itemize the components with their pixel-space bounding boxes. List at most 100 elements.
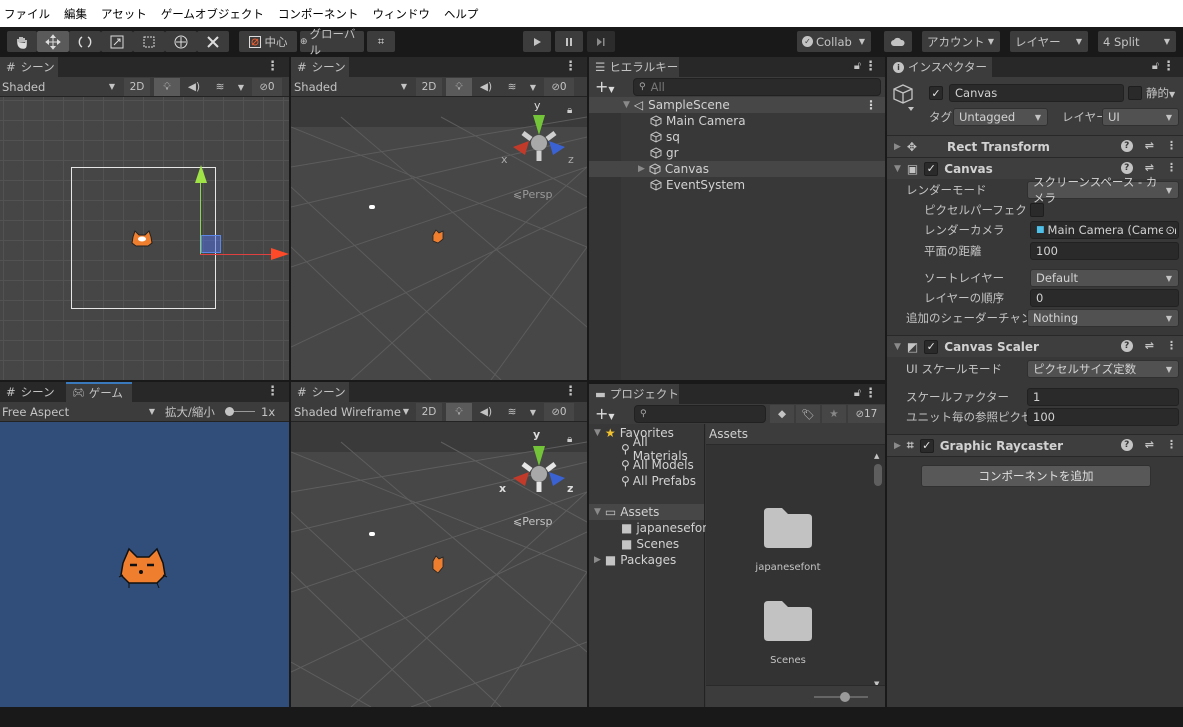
shading-mode-dropdown[interactable]: Shaded Wireframe ▼ <box>294 402 411 421</box>
collab-dropdown[interactable]: ✓ Collab ▼ <box>797 31 871 52</box>
help-icon[interactable]: ? <box>1120 339 1133 352</box>
packages-row[interactable]: ▶ ■ Packages <box>589 552 704 568</box>
render-camera-field[interactable]: ■ Main Camera (Camera) ⊙ <box>1030 221 1179 239</box>
kebab-menu-icon[interactable]: ⋮ <box>1166 438 1177 451</box>
hand-tool-button[interactable] <box>7 31 37 52</box>
sorting-layer-dropdown[interactable]: Default ▼ <box>1030 269 1179 287</box>
canvas-enabled-checkbox[interactable]: ✓ <box>924 161 939 176</box>
expand-arrow-icon[interactable]: ▼ <box>894 164 901 174</box>
pause-button[interactable] <box>555 31 583 52</box>
tag-dropdown[interactable]: Untagged ▼ <box>953 108 1048 126</box>
kebab-menu-icon[interactable]: ⋮ <box>1166 339 1177 352</box>
tab-scene[interactable]: # シーン <box>0 382 64 402</box>
order-in-layer-input[interactable]: 0 <box>1030 289 1179 307</box>
toggle-2d-button[interactable]: 2D <box>416 78 442 96</box>
object-picker-icon[interactable]: ⊙ <box>1163 223 1175 237</box>
expand-arrow-icon[interactable]: ▼ <box>594 428 601 438</box>
hidden-objects-toggle[interactable]: ⊘ 0 <box>544 78 574 96</box>
tab-inspector[interactable]: i インスペクター <box>887 57 992 77</box>
expand-arrow-icon[interactable]: ▶ <box>638 164 645 174</box>
lock-icon[interactable]: 🔓︎ <box>1152 59 1159 73</box>
static-dropdown[interactable]: 静的▼ <box>1146 85 1175 101</box>
add-component-button[interactable]: コンポーネントを追加 <box>921 465 1151 487</box>
menu-assets[interactable]: アセット <box>101 6 147 22</box>
lock-icon[interactable]: 🔒︎ <box>567 434 572 445</box>
rect-tool-button[interactable] <box>133 31 165 52</box>
tab-scene[interactable]: # シーン <box>291 57 349 77</box>
scroll-up-icon[interactable]: ▲ <box>874 452 879 460</box>
scene-viewport[interactable] <box>0 97 289 380</box>
vertical-scrollbar[interactable]: ▲ ▼ <box>873 452 883 690</box>
kebab-menu-icon[interactable]: ⋮ <box>266 384 279 399</box>
tab-hierarchy[interactable]: ☰ ヒエラルキー <box>589 57 679 77</box>
expand-arrow-icon[interactable]: ▶ <box>594 555 601 565</box>
expand-arrow-icon[interactable]: ▶ <box>894 441 901 451</box>
tab-game[interactable]: 🎮︎ ゲーム <box>66 382 132 402</box>
kebab-menu-icon[interactable]: ⋮ <box>1162 59 1175 74</box>
plane-distance-input[interactable]: 100 <box>1030 242 1179 260</box>
aspect-dropdown[interactable]: Free Aspect ▼ <box>2 402 157 421</box>
snap-toggle[interactable]: ⌗ <box>367 31 395 52</box>
effects-toggle[interactable]: ≋ <box>208 78 232 96</box>
scale-tool-button[interactable] <box>101 31 133 52</box>
component-rect-transform[interactable]: ▶ ✥ Rect Transform ? ⇌ ⋮ <box>887 135 1183 157</box>
folder-icon-large[interactable] <box>764 508 812 548</box>
expand-arrow-icon[interactable]: ▶ <box>894 142 901 152</box>
scene-viewport[interactable]: y x z 🔒︎ ⩽Persp <box>291 422 587 707</box>
plane-handle[interactable] <box>201 235 221 253</box>
menu-gameobject[interactable]: ゲームオブジェクト <box>161 6 264 22</box>
shader-channels-dropdown[interactable]: Nothing ▼ <box>1027 309 1179 327</box>
effects-dropdown[interactable]: ▼ <box>526 403 540 421</box>
pivot-toggle[interactable]: 中心 <box>239 31 297 52</box>
expand-arrow-icon[interactable]: ▼ <box>623 100 630 110</box>
rotate-tool-button[interactable] <box>69 31 101 52</box>
presets-icon[interactable]: ⇌ <box>1145 339 1154 352</box>
step-button[interactable] <box>587 31 615 52</box>
project-search-input[interactable]: ⚲ <box>634 405 766 423</box>
render-mode-dropdown[interactable]: スクリーンスペース - カメラ ▼ <box>1027 175 1179 205</box>
add-object-button[interactable]: +▼ <box>595 77 615 96</box>
favorites-button[interactable]: ★ <box>822 405 846 423</box>
menu-file[interactable]: ファイル <box>4 6 50 22</box>
kebab-menu-icon[interactable]: ⋮ <box>1166 139 1177 152</box>
hidden-packages-toggle[interactable]: ⊘ 17 <box>848 405 885 423</box>
space-toggle[interactable]: ⊕ グローバル <box>300 27 364 57</box>
audio-toggle[interactable]: ◀) <box>475 78 497 96</box>
lock-icon[interactable]: 🔓︎ <box>854 59 861 73</box>
help-icon[interactable]: ? <box>1120 438 1133 451</box>
hierarchy-item-selected[interactable]: ▶ Canvas <box>589 161 885 177</box>
layer-dropdown[interactable]: UI ▼ <box>1102 108 1179 126</box>
y-axis-arrow[interactable] <box>195 165 207 183</box>
pixel-perfect-checkbox[interactable] <box>1030 203 1044 217</box>
favorite-item[interactable]: ⚲ All Models <box>589 457 704 473</box>
expand-arrow-icon[interactable]: ▼ <box>894 342 901 352</box>
audio-toggle[interactable]: ◀) <box>183 78 205 96</box>
orientation-gizmo[interactable] <box>509 436 569 496</box>
audio-toggle[interactable]: ◀) <box>475 403 497 421</box>
kebab-menu-icon[interactable]: ⋮ <box>864 386 877 401</box>
presets-icon[interactable]: ⇌ <box>1145 438 1154 451</box>
folder-item[interactable]: ■ Scenes <box>589 536 704 552</box>
hierarchy-search-input[interactable]: ⚲ All <box>633 78 881 96</box>
x-axis-arrow[interactable] <box>271 248 289 260</box>
account-dropdown[interactable]: アカウント ▼ <box>922 31 1000 52</box>
effects-dropdown[interactable]: ▼ <box>526 78 540 96</box>
play-button[interactable] <box>523 31 551 52</box>
move-tool-button[interactable] <box>37 31 69 52</box>
expand-arrow-icon[interactable]: ▼ <box>594 507 601 517</box>
lock-icon[interactable]: 🔓︎ <box>854 386 861 400</box>
tab-project[interactable]: ▬ プロジェクト <box>589 384 679 404</box>
folder-item[interactable]: ■ japanesefont <box>589 520 715 536</box>
lighting-toggle[interactable]: 💡︎ <box>154 78 180 96</box>
static-checkbox[interactable] <box>1128 86 1142 100</box>
hidden-objects-toggle[interactable]: ⊘ 0 <box>252 78 282 96</box>
projection-label[interactable]: ⩽Persp <box>513 188 552 201</box>
custom-tool-button[interactable] <box>197 31 229 52</box>
asset-breadcrumb[interactable]: Assets <box>706 424 885 445</box>
effects-toggle[interactable]: ≋ <box>500 403 524 421</box>
ui-scale-mode-dropdown[interactable]: ピクセルサイズ定数 ▼ <box>1027 360 1179 378</box>
assets-row[interactable]: ▼ ▭ Assets <box>589 504 704 520</box>
scrollbar-thumb[interactable] <box>874 464 882 486</box>
projection-label[interactable]: ⩽Persp <box>513 515 552 528</box>
create-asset-button[interactable]: +▼ <box>595 404 615 423</box>
